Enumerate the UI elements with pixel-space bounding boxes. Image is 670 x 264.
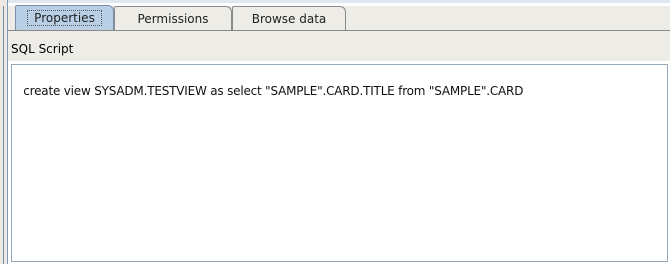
tab-properties-label: Properties: [27, 10, 102, 26]
tab-browse-data[interactable]: Browse data: [232, 6, 346, 30]
window-left-border: [0, 0, 8, 264]
tab-browse-data-label: Browse data: [251, 11, 327, 26]
tab-bar-divider: [8, 30, 670, 31]
window-top-border: [0, 0, 670, 3]
tab-permissions-label: Permissions: [137, 11, 209, 26]
tab-properties[interactable]: Properties: [15, 5, 114, 30]
sql-script-editor[interactable]: create view SYSADM.TESTVIEW as select "S…: [11, 64, 668, 262]
sql-script-text: create view SYSADM.TESTVIEW as select "S…: [23, 84, 524, 98]
sql-script-header: SQL Script: [8, 37, 670, 61]
sql-script-title: SQL Script: [11, 42, 74, 56]
tab-permissions[interactable]: Permissions: [114, 6, 232, 30]
